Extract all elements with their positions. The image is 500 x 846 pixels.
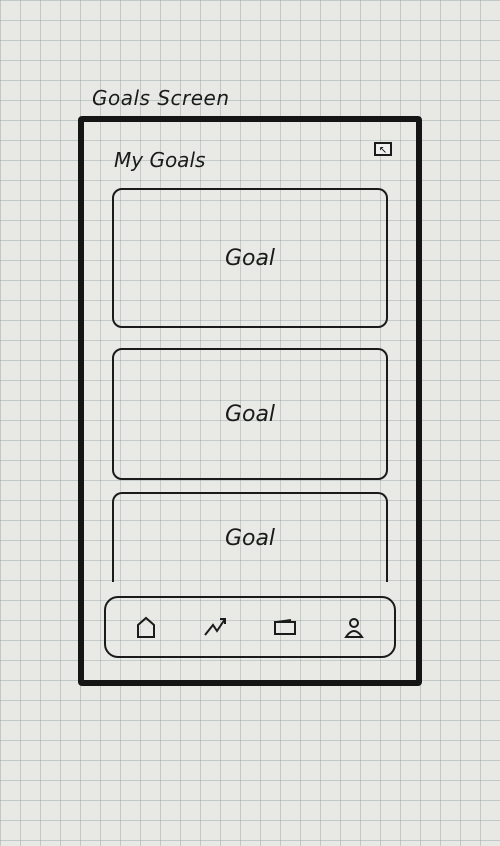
goal-card[interactable]: Goal xyxy=(112,492,388,582)
goal-label: Goal xyxy=(224,245,276,271)
trend-icon[interactable] xyxy=(201,613,229,641)
sheet-title: Goals Screen xyxy=(92,86,230,110)
goal-card[interactable]: Goal xyxy=(112,188,388,328)
profile-icon[interactable] xyxy=(340,613,368,641)
goal-card[interactable]: Goal xyxy=(112,348,388,480)
home-icon[interactable] xyxy=(132,613,160,641)
bottom-tab-bar xyxy=(104,596,396,658)
goal-label: Goal xyxy=(224,525,276,551)
phone-frame: My Goals ↖ Goal Goal Goal xyxy=(78,116,422,686)
wallet-icon[interactable] xyxy=(271,613,299,641)
goal-label: Goal xyxy=(224,401,276,427)
page-title: My Goals xyxy=(114,148,206,172)
profile-card-icon[interactable]: ↖ xyxy=(374,142,392,156)
